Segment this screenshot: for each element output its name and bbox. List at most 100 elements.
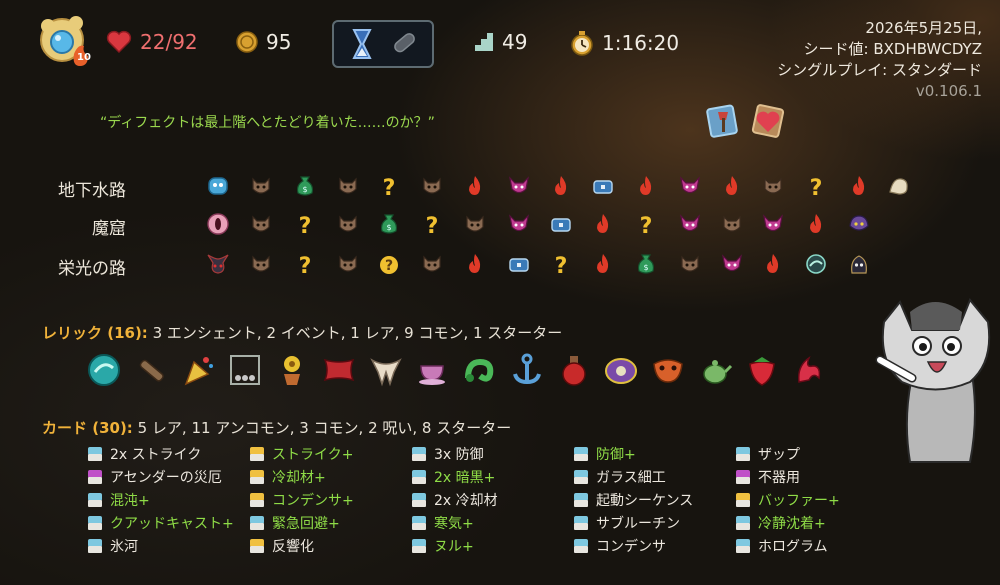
- elite-icon[interactable]: [506, 173, 532, 199]
- card-entry[interactable]: 冷静沈着+: [734, 513, 896, 533]
- card-entry[interactable]: ストライク+: [248, 444, 410, 464]
- monster-icon[interactable]: [335, 211, 361, 237]
- blue-slime-boss-icon[interactable]: [205, 173, 231, 199]
- card-entry[interactable]: サブルーチン: [572, 513, 734, 533]
- unknown-room-icon[interactable]: ?: [292, 251, 318, 277]
- elite-icon[interactable]: [677, 211, 703, 237]
- card-entry[interactable]: 寒気+: [410, 513, 572, 533]
- elite-icon[interactable]: [760, 211, 786, 237]
- card-name: ガラス細工: [596, 470, 666, 486]
- monster-icon[interactable]: [335, 251, 361, 277]
- card-entry[interactable]: コンデンサ: [572, 536, 734, 556]
- card-entry[interactable]: クアッドキャスト+: [86, 513, 248, 533]
- rest-fire-icon[interactable]: [462, 173, 488, 199]
- monster-icon[interactable]: [677, 251, 703, 277]
- teal-orb-icon[interactable]: [86, 352, 122, 388]
- rest-fire-icon[interactable]: [590, 251, 616, 277]
- rest-fire-icon[interactable]: [846, 173, 872, 199]
- card-entry[interactable]: 反響化: [248, 536, 410, 556]
- elite-icon[interactable]: [719, 251, 745, 277]
- chest-icon[interactable]: [590, 173, 616, 199]
- rest-fire-icon[interactable]: [803, 211, 829, 237]
- horned-boss-icon[interactable]: [205, 251, 231, 277]
- purple-egg-icon[interactable]: [603, 352, 639, 388]
- gold-display[interactable]: 95: [236, 30, 291, 54]
- monster-icon[interactable]: [419, 173, 445, 199]
- boss-shadow-icon[interactable]: [846, 211, 872, 237]
- unknown-event-icon[interactable]: ?: [376, 251, 402, 277]
- red-plume-icon[interactable]: [791, 352, 827, 388]
- monster-icon[interactable]: [248, 251, 274, 277]
- heart-card-icon[interactable]: [748, 102, 788, 140]
- unknown-room-icon[interactable]: ?: [548, 251, 574, 277]
- empty-potion-slot-icon[interactable]: [386, 27, 420, 61]
- card-entry[interactable]: 2x 冷却材: [410, 490, 572, 510]
- floor-display[interactable]: 49: [472, 30, 527, 54]
- card-entry[interactable]: 緊急回避+: [248, 513, 410, 533]
- unknown-room-icon[interactable]: ?: [633, 211, 659, 237]
- bone-club-icon[interactable]: [133, 352, 169, 388]
- monster-icon[interactable]: [335, 173, 361, 199]
- party-popper-icon[interactable]: [180, 352, 216, 388]
- card-entry[interactable]: アセンダーの災厄: [86, 467, 248, 487]
- chest-icon[interactable]: [548, 211, 574, 237]
- potion-flask-icon[interactable]: [556, 352, 592, 388]
- unknown-room-icon[interactable]: ?: [292, 211, 318, 237]
- red-pillow-icon[interactable]: [321, 352, 357, 388]
- green-teapot-icon[interactable]: [697, 352, 733, 388]
- boss-scroll-icon[interactable]: [886, 173, 912, 199]
- green-serpent-icon[interactable]: [462, 352, 498, 388]
- card-entry[interactable]: 起動シーケンス: [572, 490, 734, 510]
- unknown-room-icon[interactable]: ?: [803, 173, 829, 199]
- rest-fire-icon[interactable]: [760, 251, 786, 277]
- treasure-bag-icon[interactable]: $: [376, 211, 402, 237]
- rest-fire-icon[interactable]: [719, 173, 745, 199]
- card-entry[interactable]: ヌル+: [410, 536, 572, 556]
- unknown-room-icon[interactable]: ?: [376, 173, 402, 199]
- tooth-necklace-icon[interactable]: [368, 352, 404, 388]
- card-type-icon: [412, 470, 426, 484]
- card-entry[interactable]: 3x 防御: [410, 444, 572, 464]
- orange-mask-icon[interactable]: [650, 352, 686, 388]
- monster-icon[interactable]: [719, 211, 745, 237]
- monster-icon[interactable]: [760, 173, 786, 199]
- card-entry[interactable]: 2x ストライク: [86, 444, 248, 464]
- treasure-bag-icon[interactable]: $: [633, 251, 659, 277]
- card-entry[interactable]: 冷却材+: [248, 467, 410, 487]
- elite-icon[interactable]: [506, 211, 532, 237]
- monster-icon[interactable]: [248, 211, 274, 237]
- timer-display[interactable]: 1:16:20: [570, 30, 679, 56]
- potion-belt: [332, 20, 434, 68]
- hourglass-potion-icon[interactable]: [347, 27, 377, 61]
- card-entry[interactable]: 混沌+: [86, 490, 248, 510]
- monster-icon[interactable]: [419, 251, 445, 277]
- rest-fire-icon[interactable]: [590, 211, 616, 237]
- treasure-bag-icon[interactable]: $: [292, 173, 318, 199]
- chest-icon[interactable]: [506, 251, 532, 277]
- rest-fire-icon[interactable]: [633, 173, 659, 199]
- teal-orb-icon[interactable]: [803, 251, 829, 277]
- rest-fire-icon[interactable]: [548, 173, 574, 199]
- card-entry[interactable]: 氷河: [86, 536, 248, 556]
- eye-boss-icon[interactable]: [205, 211, 231, 237]
- run-seed[interactable]: シード値: BXDHBWCDYZ: [777, 39, 982, 60]
- teacup-icon[interactable]: [415, 352, 451, 388]
- monster-icon[interactable]: [248, 173, 274, 199]
- card-entry[interactable]: コンデンサ+: [248, 490, 410, 510]
- newton-cradle-icon[interactable]: [227, 352, 263, 388]
- card-entry[interactable]: ガラス細工: [572, 467, 734, 487]
- rest-fire-icon[interactable]: [462, 251, 488, 277]
- elite-icon[interactable]: [677, 173, 703, 199]
- card-entry[interactable]: 防御+: [572, 444, 734, 464]
- hp-display[interactable]: 22/92: [106, 30, 198, 54]
- axe-card-icon[interactable]: [704, 102, 742, 140]
- card-entry[interactable]: ホログラム: [734, 536, 896, 556]
- card-entry[interactable]: 2x 暗黒+: [410, 467, 572, 487]
- unknown-room-icon[interactable]: ?: [419, 211, 445, 237]
- flower-pot-icon[interactable]: [274, 352, 310, 388]
- boss-dark-icon[interactable]: [846, 251, 872, 277]
- card-entry[interactable]: バッファー+: [734, 490, 896, 510]
- strawberry-icon[interactable]: [744, 352, 780, 388]
- anchor-icon[interactable]: [509, 352, 545, 388]
- monster-icon[interactable]: [462, 211, 488, 237]
